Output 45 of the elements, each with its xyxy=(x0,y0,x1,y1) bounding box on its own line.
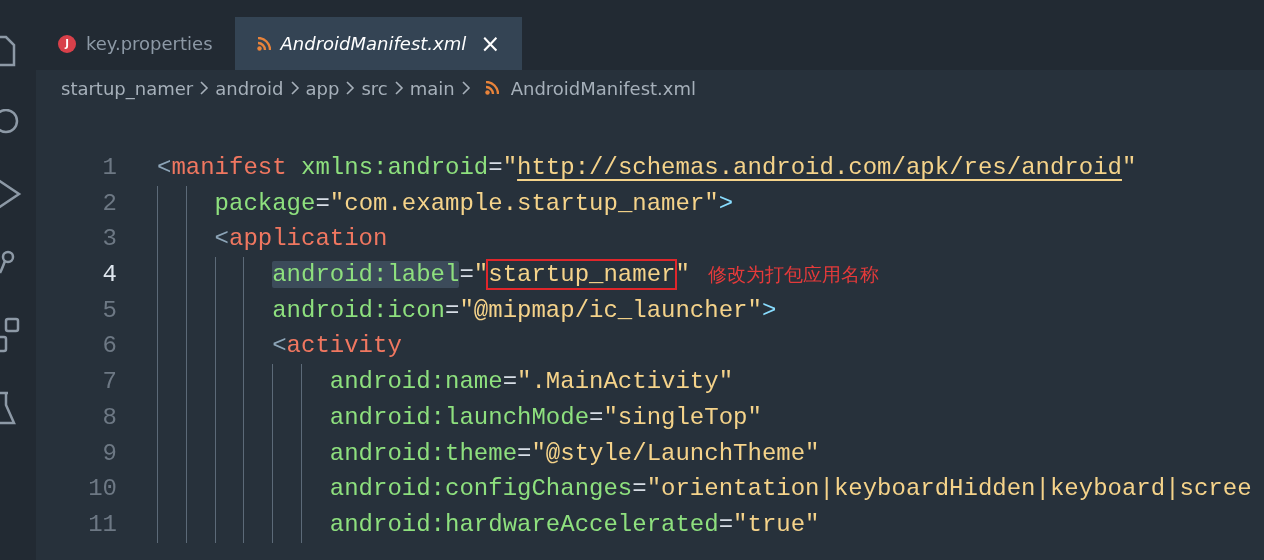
line-number: 5 xyxy=(101,295,117,326)
close-icon[interactable]: × xyxy=(480,31,501,56)
extensions-icon[interactable] xyxy=(0,317,20,353)
code-text: <manifest xmlns:android="http://schemas.android.com/apk/res/android" xyxy=(157,153,1137,183)
breadcrumb-item[interactable]: AndroidManifest.xml xyxy=(510,74,696,102)
code-text: android:label="startup_namer" xyxy=(272,260,690,291)
annotation-note: 修改为打包应用名称 xyxy=(707,263,879,288)
line-number: 8 xyxy=(101,402,117,433)
code-text: android:icon="@mipmap/ic_launcher"> xyxy=(272,295,777,326)
editor-tab[interactable]: AndroidManifest.xml × xyxy=(234,17,523,70)
tab-label: key.properties xyxy=(86,32,213,56)
code-text: package="com.example.startup_namer"> xyxy=(214,188,734,219)
tab-label: AndroidManifest.xml xyxy=(280,32,467,56)
code-text: android:hardwareAccelerated="true" xyxy=(329,509,820,540)
rss-icon xyxy=(484,81,499,95)
chevron-icon xyxy=(460,80,471,96)
chevron-icon xyxy=(289,80,300,96)
line-number: 6 xyxy=(101,331,117,362)
line-number: 4 xyxy=(101,260,117,291)
code-text: android:theme="@style/LaunchTheme" xyxy=(329,438,820,469)
code-text: android:name=".MainActivity" xyxy=(329,367,734,398)
breadcrumb-item[interactable]: src xyxy=(361,74,388,102)
line-number: 2 xyxy=(101,188,117,219)
breadcrumb-item[interactable]: startup_namer xyxy=(61,74,194,102)
editor-tab[interactable]: J key.properties xyxy=(36,17,235,70)
breadcrumb-item[interactable]: app xyxy=(305,74,340,102)
file-type-badge: J xyxy=(58,34,76,53)
code-text: <application xyxy=(214,224,388,255)
line-number: 11 xyxy=(87,509,117,540)
code-text: android:launchMode="singleTop" xyxy=(329,402,762,433)
line-number: 9 xyxy=(101,438,117,469)
code-text: android:configChanges="orientation|keyboardHidden|keyboard|scree xyxy=(329,474,1252,505)
line-number: 3 xyxy=(101,224,117,255)
breadcrumb-item[interactable]: android xyxy=(215,74,284,102)
chevron-icon xyxy=(393,80,404,96)
chevron-icon xyxy=(345,80,356,96)
code-text: <activity xyxy=(272,331,402,362)
run-icon[interactable] xyxy=(0,177,22,211)
line-number: 1 xyxy=(101,153,117,183)
rss-icon xyxy=(256,36,271,51)
chevron-icon xyxy=(199,80,210,96)
line-number: 10 xyxy=(87,474,117,505)
breadcrumb-item[interactable]: main xyxy=(409,74,455,102)
flask-icon[interactable] xyxy=(0,391,16,427)
line-number: 7 xyxy=(101,367,117,398)
